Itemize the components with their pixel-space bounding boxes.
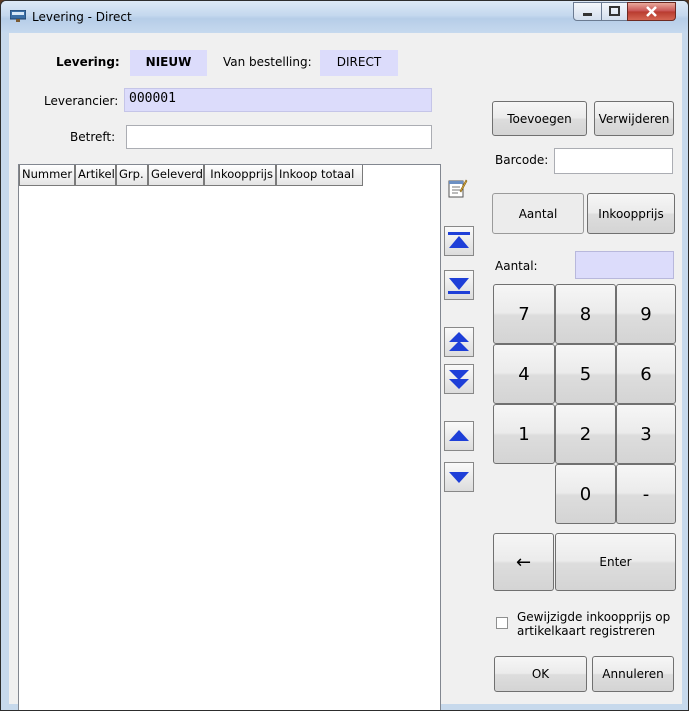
key-7[interactable]: 7	[493, 284, 555, 344]
maximize-button[interactable]	[601, 2, 628, 21]
last-icon	[448, 278, 470, 294]
notepad-icon	[448, 179, 468, 198]
client-area: Levering: NIEUW Van bestelling: DIRECT L…	[9, 33, 682, 710]
enter-button[interactable]: Enter	[555, 533, 676, 591]
bestelling-value: DIRECT	[320, 50, 398, 76]
aantal-input[interactable]	[575, 251, 674, 279]
register-price-checkbox[interactable]	[496, 617, 508, 629]
ok-button[interactable]: OK	[494, 656, 587, 692]
mode-aantal-button[interactable]: Aantal	[492, 193, 584, 234]
key-6[interactable]: 6	[616, 344, 676, 404]
delivery-window: Levering - Direct Levering: NIEUW Van be…	[0, 0, 689, 711]
column-header-geleverd[interactable]: Geleverd	[148, 165, 204, 186]
first-record-button[interactable]	[444, 226, 474, 256]
betreft-label: Betreft:	[70, 130, 116, 144]
register-price-label: Gewijzigde inkoopprijs op artikelkaart r…	[517, 610, 671, 638]
mode-inkoopprijs-button[interactable]: Inkoopprijs	[587, 193, 675, 234]
close-button[interactable]	[627, 2, 676, 21]
up-icon	[449, 430, 469, 441]
window-title: Levering - Direct	[32, 10, 132, 24]
levering-label: Levering:	[56, 55, 120, 69]
minimize-button[interactable]	[573, 2, 602, 21]
notepad-button[interactable]	[442, 173, 472, 203]
row-down-button[interactable]	[444, 462, 474, 492]
first-icon	[448, 232, 470, 248]
barcode-label: Barcode:	[495, 153, 549, 167]
remove-button[interactable]: Verwijderen	[594, 101, 674, 136]
table-header: Nummer Artikel Grp. Geleverd Inkoopprijs…	[19, 165, 363, 186]
column-header-inkoop-totaal[interactable]: Inkoop totaal	[276, 165, 363, 186]
column-header-artikel[interactable]: Artikel	[75, 165, 116, 186]
key-3[interactable]: 3	[616, 404, 676, 464]
back-arrow-icon: ←	[515, 551, 532, 573]
close-icon	[646, 6, 657, 17]
levering-status: NIEUW	[130, 50, 207, 76]
key-2[interactable]: 2	[555, 404, 616, 464]
barcode-input[interactable]	[554, 148, 673, 174]
down-icon	[449, 472, 469, 483]
app-icon	[10, 10, 26, 22]
leverancier-label: Leverancier:	[44, 94, 119, 108]
page-down-button[interactable]	[444, 364, 474, 394]
page-up-icon	[449, 332, 469, 351]
key-1[interactable]: 1	[493, 404, 555, 464]
last-record-button[interactable]	[444, 270, 474, 300]
maximize-icon	[609, 6, 620, 16]
key-minus[interactable]: -	[616, 464, 676, 524]
betreft-field[interactable]	[126, 125, 432, 149]
delivery-table[interactable]: Nummer Artikel Grp. Geleverd Inkoopprijs…	[18, 164, 441, 710]
key-9[interactable]: 9	[616, 284, 676, 344]
leverancier-field[interactable]: 000001	[124, 88, 432, 112]
key-5[interactable]: 5	[555, 344, 616, 404]
title-bar: Levering - Direct	[1, 1, 688, 33]
cancel-button[interactable]: Annuleren	[592, 656, 674, 692]
page-up-button[interactable]	[444, 327, 474, 357]
key-4[interactable]: 4	[493, 344, 555, 404]
minimize-icon	[583, 13, 592, 16]
column-header-grp[interactable]: Grp.	[116, 165, 148, 186]
column-header-inkoopprijs[interactable]: Inkoopprijs	[204, 165, 276, 186]
add-button[interactable]: Toevoegen	[492, 101, 587, 136]
aantal-label: Aantal:	[495, 259, 538, 273]
key-8[interactable]: 8	[555, 284, 616, 344]
bestelling-label: Van bestelling:	[223, 55, 312, 69]
column-header-nummer[interactable]: Nummer	[19, 165, 75, 186]
page-down-icon	[449, 370, 469, 389]
backspace-button[interactable]: ←	[493, 533, 554, 591]
row-up-button[interactable]	[444, 421, 474, 451]
key-0[interactable]: 0	[555, 464, 616, 524]
